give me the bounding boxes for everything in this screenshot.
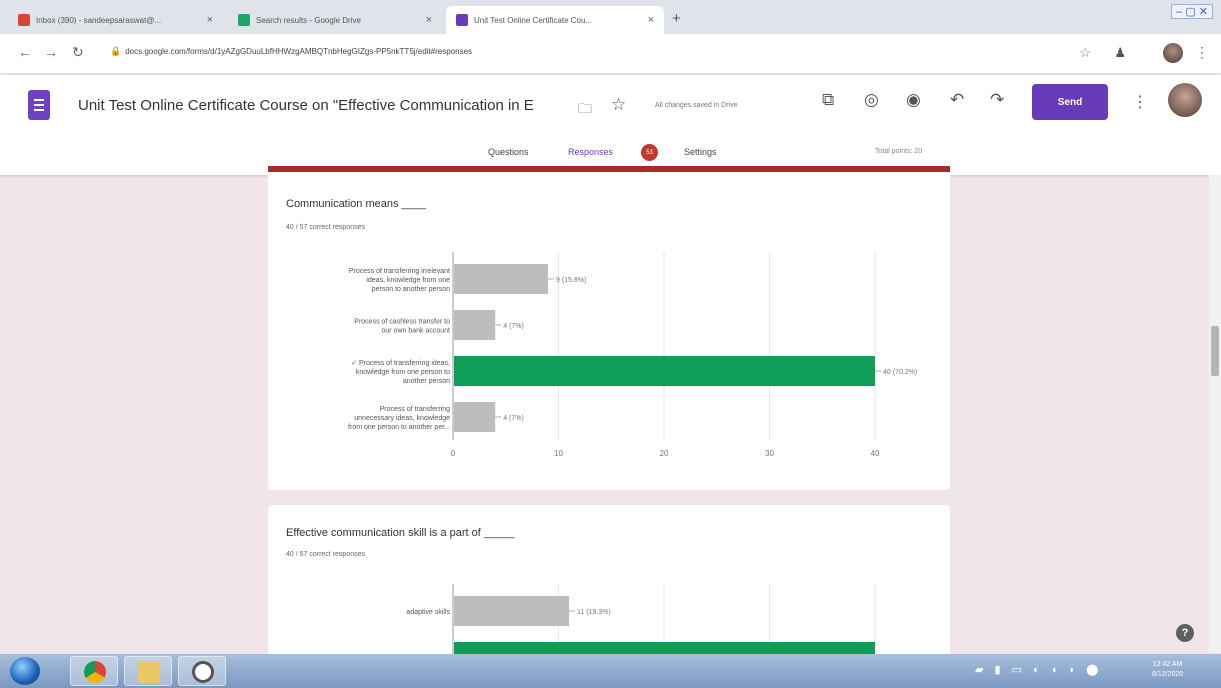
close-icon[interactable]: ×	[648, 14, 654, 26]
tab-settings[interactable]: Settings	[684, 147, 717, 157]
bar	[454, 356, 875, 386]
url-field[interactable]: 🔒 docs.google.com/forms/d/1yAZgGDuuLbfHHW…	[110, 46, 472, 57]
bar-chart: 0 10 20 30 40 Process of transferring irrelev…	[348, 252, 917, 458]
chrome-icon	[84, 661, 106, 683]
x-tick-label: 10	[554, 449, 563, 458]
url-text: docs.google.com/forms/d/1yAZgGDuuLbfHHWz…	[125, 47, 473, 56]
taskbar-magnifier[interactable]	[178, 656, 226, 686]
window-controls[interactable]: – ▢ ✕	[1171, 4, 1213, 19]
scrollbar-thumb[interactable]	[1211, 326, 1219, 376]
responses-count-badge: 53	[641, 144, 658, 161]
folder-icon[interactable]: 🗀	[578, 98, 592, 122]
correct-responses-count: 40 / 57 correct responses	[286, 551, 365, 558]
question-card-2: Effective communication skill is a part …	[268, 505, 950, 680]
system-tray[interactable]: ▰ ▮ ▭ ◐ ◖ ◗ ⬤	[975, 663, 1103, 676]
bar	[454, 596, 570, 626]
lock-icon: 🔒	[110, 46, 122, 56]
x-tick-label: 20	[660, 449, 669, 458]
category-label: Process of transferring irrelevant	[349, 268, 450, 275]
bookmark-star-icon[interactable]: ☆	[1079, 45, 1091, 61]
category-label: knowledge from one person to	[356, 369, 450, 376]
category-label: unnecessary ideas, knowledge	[354, 415, 450, 422]
preview-eye-icon[interactable]: ◉	[906, 90, 921, 110]
help-icon[interactable]: ?	[1176, 624, 1194, 642]
forms-icon	[456, 14, 468, 26]
data-label: 4 (7%)	[503, 323, 524, 330]
bar-chart: adaptive skills11 (19.3%)✓ life skills40…	[406, 584, 917, 680]
data-label: 9 (15.8%)	[556, 277, 586, 284]
windows-taskbar: ▰ ▮ ▭ ◐ ◖ ◗ ⬤ 12:42 AM 8/12/2020	[0, 654, 1221, 688]
clock-time: 12:42 AM	[1152, 661, 1183, 668]
avatar[interactable]	[1168, 83, 1202, 117]
close-icon[interactable]: ×	[207, 14, 213, 26]
gmail-icon	[18, 14, 30, 26]
palette-icon[interactable]: ◎	[864, 90, 879, 110]
browser-tab-title: Search results - Google Drive	[256, 15, 361, 25]
x-tick-label: 40	[871, 449, 880, 458]
save-status: All changes saved in Drive	[655, 102, 738, 109]
browser-tab-drive[interactable]: Search results - Google Drive ×	[228, 6, 442, 34]
x-tick-label: 30	[765, 449, 774, 458]
total-points: Total points: 20	[875, 148, 923, 155]
more-options-icon[interactable]: ⋮	[1132, 92, 1148, 112]
browser-tab-gmail[interactable]: Inbox (390) - sandeepsaraswat@... ×	[8, 6, 223, 34]
extension-icon[interactable]: ♟	[1114, 45, 1126, 61]
category-label: adaptive skills	[406, 609, 450, 616]
address-bar: ← → ↻ 🔒 docs.google.com/forms/d/1yAZgGDuu…	[0, 34, 1221, 74]
tab-responses[interactable]: Responses	[568, 147, 613, 157]
browser-menu-icon[interactable]: ⋮	[1195, 44, 1209, 61]
question-title: Effective communication skill is a part …	[286, 527, 515, 539]
category-label: person to another person	[372, 286, 450, 293]
browser-tab-title: Unit Test Online Certificate Cou...	[474, 15, 593, 25]
question-title: Communication means ____	[286, 198, 427, 210]
magnifier-icon	[192, 661, 214, 683]
browser-tab-title: Inbox (390) - sandeepsaraswat@...	[36, 15, 162, 25]
new-tab-icon[interactable]: +	[672, 10, 681, 27]
category-label: Process of transferring	[380, 406, 451, 413]
close-icon[interactable]: ×	[426, 14, 432, 26]
taskbar-explorer[interactable]	[124, 656, 172, 686]
category-label: our own bank account	[382, 328, 451, 335]
clock-date: 8/12/2020	[1152, 671, 1184, 678]
taskbar-chrome[interactable]	[70, 656, 118, 686]
x-tick-label: 0	[451, 449, 456, 458]
bar	[454, 402, 496, 432]
undo-icon[interactable]: ↶	[950, 90, 964, 110]
bar	[454, 264, 548, 294]
correct-responses-count: 40 / 57 correct responses	[286, 224, 365, 231]
browser-tabstrip: Inbox (390) - sandeepsaraswat@... × Sear…	[0, 0, 1221, 34]
send-button[interactable]: Send	[1032, 84, 1108, 120]
category-label: ✓ Process of transferring ideas,	[351, 360, 450, 367]
question-card-1: Communication means ____ 40 / 57 correct…	[268, 172, 950, 490]
category-label: Process of cashless transfer to	[354, 319, 450, 326]
redo-icon[interactable]: ↷	[990, 90, 1004, 110]
data-label: 4 (7%)	[503, 415, 524, 422]
tab-questions[interactable]: Questions	[488, 147, 529, 157]
folder-icon	[138, 661, 160, 683]
forward-icon[interactable]: →	[44, 44, 58, 60]
taskbar-clock[interactable]: 12:42 AM 8/12/2020	[1152, 660, 1183, 680]
drive-icon	[238, 14, 250, 26]
browser-tab-forms[interactable]: Unit Test Online Certificate Cou... ×	[446, 6, 664, 34]
category-label: ideas, knowledge from one	[366, 277, 450, 284]
bar	[454, 310, 496, 340]
form-title[interactable]: Unit Test Online Certificate Course on "…	[78, 97, 534, 114]
reload-icon[interactable]: ↻	[72, 44, 84, 61]
category-label: another person	[403, 378, 450, 385]
back-icon[interactable]: ←	[18, 44, 32, 60]
star-icon[interactable]: ☆	[611, 95, 626, 115]
data-label: 40 (70.2%)	[883, 369, 917, 376]
addon-icon[interactable]: ⧉	[822, 90, 834, 110]
start-button-icon[interactable]	[10, 657, 40, 685]
browser-profile-avatar[interactable]	[1163, 43, 1183, 63]
data-label: 11 (19.3%)	[577, 609, 611, 616]
forms-logo-icon[interactable]	[28, 90, 50, 120]
forms-header: Unit Test Online Certificate Course on "…	[0, 75, 1221, 175]
category-label: from one person to another per...	[348, 424, 450, 431]
page-scrollbar[interactable]	[1209, 175, 1221, 653]
